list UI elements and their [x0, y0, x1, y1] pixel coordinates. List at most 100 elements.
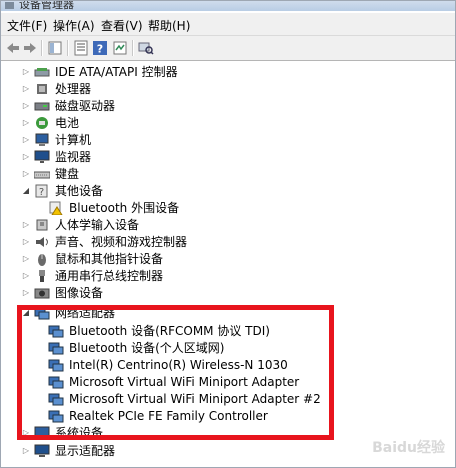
watermark: Baidu经验 — [372, 440, 445, 456]
network-card-icon — [48, 358, 64, 372]
network-card-icon — [48, 409, 64, 423]
tree-node-label: 键盘 — [55, 167, 80, 181]
tree-node-network-child[interactable]: Intel(R) Centrino(R) Wireless-N 1030 — [48, 356, 288, 373]
action-view-icon[interactable] — [112, 40, 128, 56]
toolbar-separator — [41, 40, 43, 56]
monitor-icon — [34, 150, 50, 164]
tree-node-display-adapters[interactable]: ▷ 显示适配器 — [21, 442, 115, 459]
expand-arrow-icon[interactable]: ▷ — [21, 254, 31, 264]
forward-arrow-icon[interactable] — [22, 40, 38, 56]
expand-arrow-icon[interactable]: ▷ — [21, 67, 31, 77]
ide-controller-icon — [34, 65, 50, 79]
tree-node-keyboard[interactable]: ▷ 键盘 — [21, 165, 79, 182]
network-adapter-icon — [34, 306, 50, 320]
tree-node-label: 处理器 — [55, 82, 92, 96]
warning-device-icon — [48, 201, 64, 215]
processor-icon — [34, 82, 50, 96]
tree-node-label: Bluetooth 设备(RFCOMM 协议 TDI) — [69, 324, 270, 338]
tree-node-label: Bluetooth 外围设备 — [69, 201, 180, 215]
tree-node-disk[interactable]: ▷ 磁盘驱动器 — [21, 97, 115, 114]
tree-node-label: Realtek PCIe FE Family Controller — [69, 408, 268, 423]
battery-icon — [34, 116, 50, 130]
tree-node-network-child[interactable]: Realtek PCIe FE Family Controller — [48, 407, 268, 424]
tree-node-network-child[interactable]: Bluetooth 设备(个人区域网) — [48, 339, 224, 356]
toolbar-separator — [67, 40, 69, 56]
tree-node-label: 其他设备 — [55, 184, 104, 198]
window-title: 设备管理器 — [19, 1, 74, 11]
device-tree: ▷ IDE ATA/ATAPI 控制器 ▷ 处理器 ▷ 磁盘驱动器 ▷ 电池 ▷… — [1, 61, 455, 467]
expand-arrow-icon[interactable]: ▷ — [21, 237, 31, 247]
tree-node-label: 电池 — [55, 116, 80, 130]
menu-view[interactable]: 查看(V) — [101, 17, 143, 34]
expand-arrow-icon[interactable]: ▷ — [21, 428, 31, 438]
toolbar-separator — [132, 40, 134, 56]
menu-bar: 文件(F) 操作(A) 查看(V) 帮助(H) — [1, 13, 455, 36]
menu-action[interactable]: 操作(A) — [53, 17, 95, 34]
expand-arrow-icon[interactable]: ▷ — [21, 135, 31, 145]
menu-file[interactable]: 文件(F) — [7, 17, 47, 34]
show-hide-tree-icon[interactable] — [47, 40, 63, 56]
svg-text:?: ? — [39, 187, 44, 198]
tree-node-computer[interactable]: ▷ 计算机 — [21, 131, 91, 148]
tree-node-bluetooth-peripheral[interactable]: Bluetooth 外围设备 — [48, 199, 179, 216]
tree-node-label: 监视器 — [55, 150, 92, 164]
svg-text:?: ? — [97, 43, 103, 56]
tree-node-label: Bluetooth 设备(个人区域网) — [69, 341, 225, 355]
tree-node-label: Microsoft Virtual WiFi Miniport Adapter — [69, 374, 300, 389]
tree-node-label: 通用串行总线控制器 — [55, 269, 164, 283]
tree-node-battery[interactable]: ▷ 电池 — [21, 114, 79, 131]
expand-arrow-icon[interactable]: ▷ — [21, 288, 31, 298]
scan-hardware-icon[interactable] — [138, 40, 154, 56]
sound-icon — [34, 235, 50, 249]
app-icon — [5, 2, 14, 9]
tree-node-label: 声音、视频和游戏控制器 — [55, 235, 188, 249]
network-card-icon — [48, 375, 64, 389]
system-devices-icon — [34, 426, 50, 440]
expand-arrow-icon[interactable]: ▷ — [21, 101, 31, 111]
title-bar: 设备管理器 — [1, 1, 455, 11]
tree-node-other-devices[interactable]: ◢ ? 其他设备 — [21, 182, 103, 199]
computer-icon — [34, 133, 50, 147]
tree-node-hid[interactable]: ▷ 人体学输入设备 — [21, 216, 139, 233]
tree-node-ide[interactable]: ▷ IDE ATA/ATAPI 控制器 — [21, 63, 178, 80]
tree-node-processor[interactable]: ▷ 处理器 — [21, 80, 91, 97]
usb-icon — [34, 269, 50, 283]
expand-arrow-icon[interactable]: ▷ — [21, 118, 31, 128]
tree-node-imaging[interactable]: ▷ 图像设备 — [21, 284, 103, 301]
tree-node-label: 网络适配器 — [55, 306, 116, 320]
tree-node-network-adapters[interactable]: ◢ 网络适配器 — [21, 304, 115, 321]
tree-node-label: IDE ATA/ATAPI 控制器 — [55, 65, 178, 79]
network-card-icon — [48, 324, 64, 338]
tree-node-label: Intel(R) Centrino(R) Wireless-N 1030 — [69, 357, 288, 372]
tree-node-label: 鼠标和其他指针设备 — [55, 252, 164, 266]
tree-node-network-child[interactable]: Microsoft Virtual WiFi Miniport Adapter … — [48, 390, 321, 407]
tree-node-label: Microsoft Virtual WiFi Miniport Adapter … — [69, 391, 321, 406]
tree-node-system-devices[interactable]: ▷ 系统设备 — [21, 424, 103, 441]
disk-drive-icon — [34, 99, 50, 113]
tree-node-monitor[interactable]: ▷ 监视器 — [21, 148, 91, 165]
expand-arrow-icon[interactable]: ▷ — [21, 152, 31, 162]
device-manager-window: 设备管理器 文件(F) 操作(A) 查看(V) 帮助(H) ? ▷ IDE AT… — [0, 0, 456, 468]
expand-arrow-icon[interactable]: ▷ — [21, 271, 31, 281]
display-adapter-icon — [34, 444, 50, 458]
properties-icon[interactable] — [73, 40, 89, 56]
back-arrow-icon[interactable] — [5, 40, 21, 56]
imaging-icon — [34, 286, 50, 300]
help-icon[interactable]: ? — [92, 40, 108, 56]
menu-help[interactable]: 帮助(H) — [148, 17, 190, 34]
tree-node-network-child[interactable]: Microsoft Virtual WiFi Miniport Adapter — [48, 373, 299, 390]
toolbar: ? — [1, 36, 455, 61]
tree-node-sound[interactable]: ▷ 声音、视频和游戏控制器 — [21, 233, 187, 250]
tree-node-network-child[interactable]: Bluetooth 设备(RFCOMM 协议 TDI) — [48, 322, 270, 339]
tree-node-label: 图像设备 — [55, 286, 104, 300]
other-devices-icon: ? — [34, 184, 50, 198]
collapse-arrow-icon[interactable]: ◢ — [21, 308, 31, 318]
expand-arrow-icon[interactable]: ▷ — [21, 169, 31, 179]
expand-arrow-icon[interactable]: ▷ — [21, 220, 31, 230]
tree-node-label: 计算机 — [55, 133, 92, 147]
expand-arrow-icon[interactable]: ▷ — [21, 84, 31, 94]
tree-node-mouse[interactable]: ▷ 鼠标和其他指针设备 — [21, 250, 163, 267]
expand-arrow-icon[interactable]: ▷ — [21, 446, 31, 456]
collapse-arrow-icon[interactable]: ◢ — [21, 186, 31, 196]
tree-node-usb[interactable]: ▷ 通用串行总线控制器 — [21, 267, 163, 284]
